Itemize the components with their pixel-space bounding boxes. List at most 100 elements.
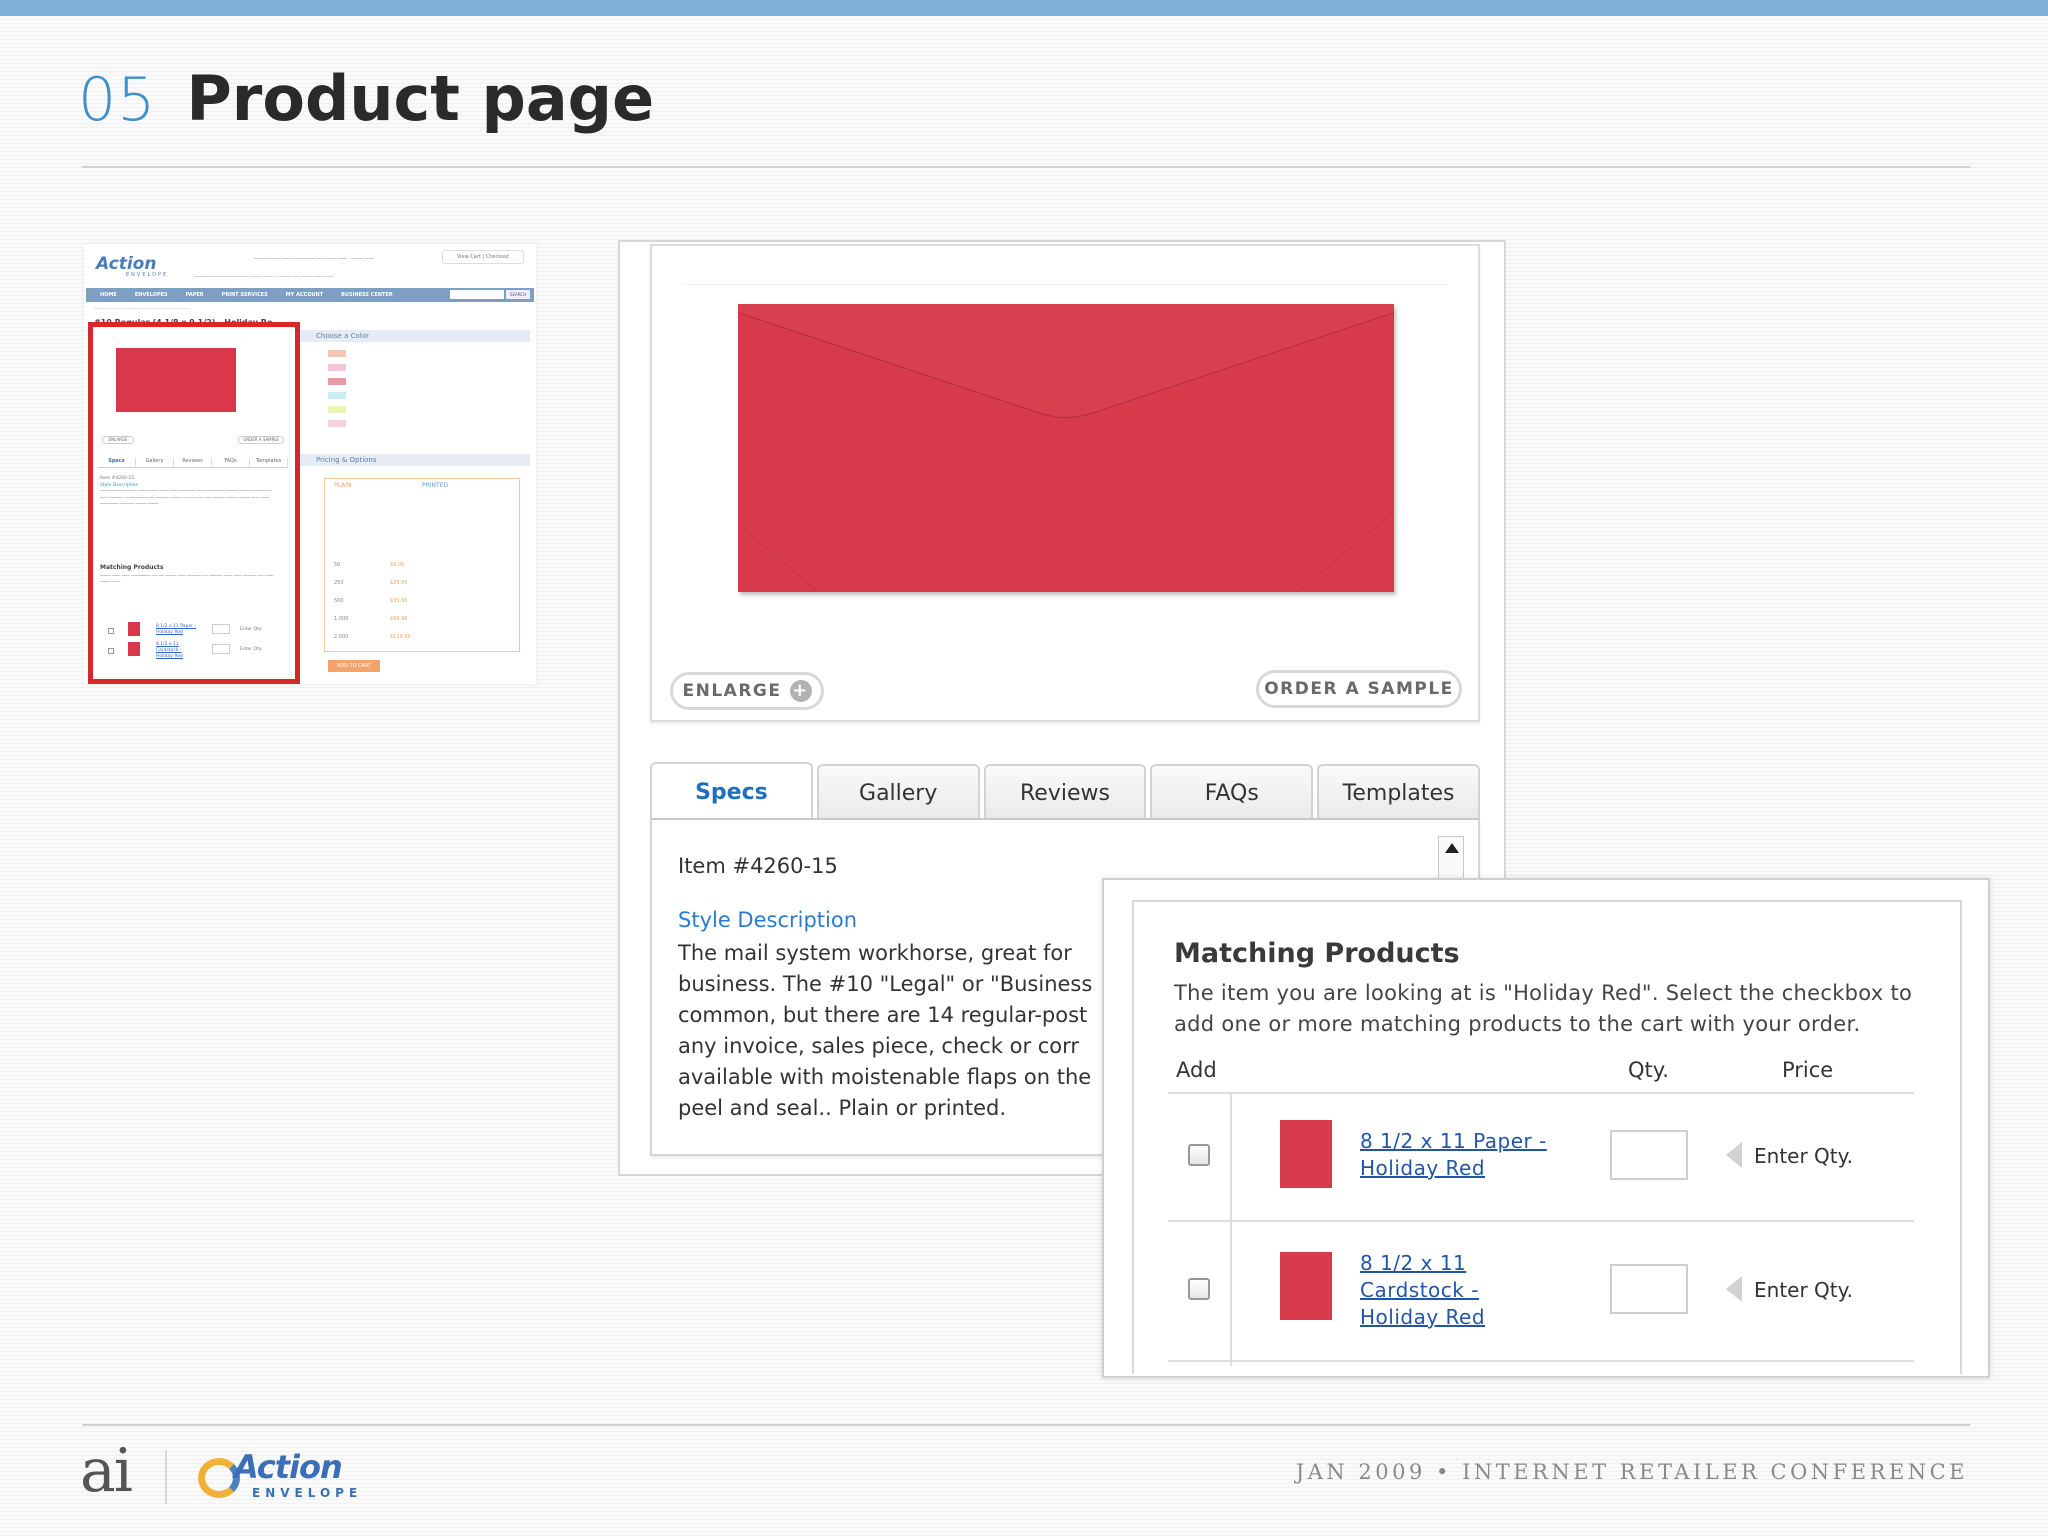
page-thumbnail: Action ENVELOPE ─── ───── ─── ── ───── ─… — [84, 244, 536, 684]
thumb-nav-item: BUSINESS CENTER — [341, 292, 393, 298]
image-panel-divider — [682, 284, 1448, 285]
thumb-search-button: SEARCH — [506, 290, 530, 299]
style-line: The mail system workhorse, great for — [678, 941, 1072, 965]
thumb-logo-sub: ENVELOPE — [126, 272, 169, 278]
footer-divider — [82, 1424, 1970, 1426]
thumb-tab: Specs — [98, 458, 136, 467]
col-add-header: Add — [1176, 1058, 1217, 1082]
product-link-line: Holiday Red — [1360, 1305, 1486, 1329]
thumb-step1-header: Choose a Color — [300, 330, 530, 342]
thumb-plain-label: PLAIN — [334, 482, 352, 489]
thumb-color-swatch — [328, 406, 346, 413]
logo-wordmark: Action — [234, 1448, 343, 1486]
thumb-product-link: 8 1/2 x 11 Cardstock - Holiday Red — [156, 642, 183, 659]
tab-faqs[interactable]: FAQs — [1150, 764, 1314, 820]
column-divider — [1230, 1094, 1232, 1366]
thumb-qty-box — [212, 624, 230, 634]
thumb-qty: 1,000 — [334, 616, 349, 622]
table-divider — [1168, 1220, 1914, 1222]
order-sample-button[interactable]: ORDER A SAMPLE — [1256, 670, 1462, 708]
thumb-top-links: ─── ───── ─── ── ───── ── ──── ─── · ───… — [254, 256, 374, 262]
qty-input[interactable] — [1610, 1130, 1688, 1180]
thumb-printed-label: PRINTED — [422, 482, 449, 489]
enlarge-button[interactable]: ENLARGE + — [670, 672, 824, 710]
thumb-style-heading: Style Description — [100, 482, 139, 488]
style-line: any invoice, sales piece, check or corr — [678, 1034, 1080, 1058]
item-number: Item #4260-15 — [678, 854, 838, 878]
slide-number: 05 — [78, 65, 157, 135]
slide-title: Product page — [186, 62, 655, 135]
add-checkbox[interactable] — [1188, 1144, 1210, 1166]
tab-templates[interactable]: Templates — [1317, 764, 1480, 820]
thumb-price: $25.95 — [390, 580, 408, 586]
style-line: common, but there are 14 regular-post — [678, 1003, 1088, 1027]
thumb-view-cart: View Cart | Checkout — [442, 250, 524, 264]
thumb-logo: Action — [96, 254, 157, 274]
price-enter-qty: Enter Qty. — [1754, 1144, 1853, 1168]
thumb-tab: Gallery — [136, 458, 174, 467]
product-link-line: Cardstock - — [1360, 1278, 1479, 1302]
matching-description: The item you are looking at is "Holiday … — [1174, 981, 1913, 1036]
thumb-product-link: 8 1/2 x 11 Paper - Holiday Red — [156, 624, 197, 635]
thumb-specs-copy: Item #4260-15 Style Description ────────… — [100, 476, 280, 509]
enlarge-label: ENLARGE — [682, 681, 782, 701]
thumb-enter-qty: Enter Qty. — [240, 627, 263, 632]
thumb-pricing-box — [324, 478, 520, 652]
thumb-swatch — [128, 622, 140, 636]
thumb-tab: Reviews — [174, 458, 212, 467]
thumb-color-swatch — [328, 420, 346, 427]
ai-logo: ai — [80, 1436, 133, 1506]
thumb-qty: 2,000 — [334, 634, 349, 640]
thumb-tab: FAQs — [212, 458, 250, 467]
tab-specs[interactable]: Specs — [650, 762, 813, 820]
thumb-color-swatch — [328, 364, 346, 371]
specs-scrollbar[interactable] — [1438, 836, 1464, 882]
envelope-flap — [738, 304, 1394, 592]
style-line: available with moistenable flaps on the — [678, 1065, 1092, 1089]
thumb-tab: Templates — [250, 458, 288, 467]
thumb-search-input — [450, 290, 504, 299]
envelope-image — [738, 304, 1394, 592]
product-image-panel: ENLARGE + ORDER A SAMPLE — [650, 244, 1480, 722]
thumb-color-swatch — [328, 392, 346, 399]
thumb-qty-box — [212, 644, 230, 654]
tab-gallery[interactable]: Gallery — [816, 764, 980, 820]
matching-products-panel: Matching Products The item you are looki… — [1132, 900, 1962, 1374]
thumb-step2-header: Pricing & Options — [300, 454, 530, 466]
plus-icon: + — [789, 680, 812, 702]
thumb-matching-text: ──── ─── ─── ─────── ── ── ──── ─── ────… — [100, 574, 274, 585]
thumb-swatch — [128, 642, 140, 656]
thumb-nav-item: ENVELOPES — [134, 292, 168, 298]
matching-products-popup: Matching Products The item you are looki… — [1102, 878, 1990, 1378]
thumb-breadcrumb: ──── ─ ─────── ──── ─ ──── ─ ──── ─── ─ … — [94, 306, 190, 311]
thumb-color-swatch — [328, 378, 346, 385]
thumb-order-sample-button: ORDER A SAMPLE — [238, 436, 284, 444]
col-price-header: Price — [1782, 1058, 1834, 1082]
thumb-enter-qty: Enter Qty. — [240, 647, 263, 652]
thumb-price: $69.95 — [390, 616, 408, 622]
table-divider — [1168, 1360, 1914, 1362]
style-heading: Style Description — [678, 908, 858, 932]
thumb-enlarge-button: ENLARGE — [102, 436, 134, 444]
logo-subtext: ENVELOPE — [252, 1486, 363, 1500]
style-line: peel and seal.. Plain or printed. — [678, 1096, 1007, 1120]
product-link-line: 8 1/2 x 11 — [1360, 1251, 1467, 1275]
thumb-checkbox — [108, 648, 114, 654]
header-divider — [82, 166, 1970, 168]
thumb-price: $9.95 — [390, 562, 405, 568]
col-qty-header: Qty. — [1628, 1058, 1669, 1082]
thumb-qty: 500 — [334, 598, 344, 604]
thumb-color-swatch — [328, 350, 346, 357]
scroll-up-arrow-icon[interactable] — [1445, 843, 1459, 853]
order-sample-label: ORDER A SAMPLE — [1264, 679, 1454, 699]
matching-product-link[interactable]: 8 1/2 x 11 Cardstock - Holiday Red — [1360, 1250, 1485, 1331]
thumb-tabs: Specs Gallery Reviews FAQs Templates — [98, 458, 288, 468]
product-tabs: Specs Gallery Reviews FAQs Templates — [650, 762, 1480, 820]
tab-reviews[interactable]: Reviews — [983, 764, 1147, 820]
add-checkbox[interactable] — [1188, 1278, 1210, 1300]
qty-input[interactable] — [1610, 1264, 1688, 1314]
matching-product-link[interactable]: 8 1/2 x 11 Paper - Holiday Red — [1360, 1128, 1547, 1182]
thumb-price: $119.95 — [390, 634, 411, 640]
arrow-left-icon — [1726, 1142, 1742, 1168]
style-line: business. The #10 "Legal" or "Business — [678, 972, 1093, 996]
